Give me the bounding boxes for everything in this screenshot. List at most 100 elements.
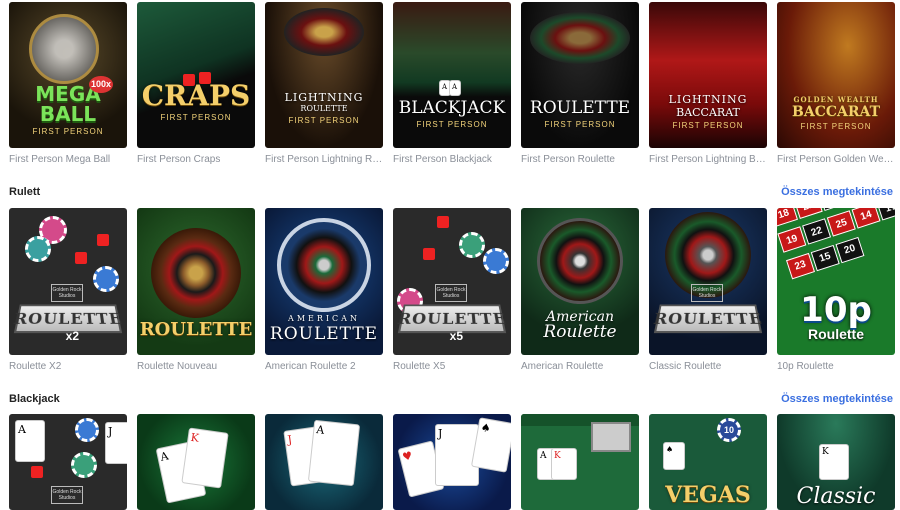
- game-logo: LIGHTNING: [284, 91, 364, 104]
- section-title: Blackjack: [9, 393, 60, 405]
- multiplier-label: x2: [65, 329, 79, 343]
- game-tile-10p-roulette[interactable]: 18212426161922251417231520 10p Roulette …: [777, 208, 895, 372]
- game-caption[interactable]: Roulette X2: [9, 361, 127, 372]
- playing-card-icon: A: [15, 420, 45, 462]
- roulette-number-grid: 18212426161922251417231520: [777, 208, 895, 284]
- first-person-label: FIRST PERSON: [32, 127, 104, 136]
- game-thumbnail[interactable]: AMERICAN ROULETTE: [265, 208, 383, 355]
- game-tile-roulette-nouveau[interactable]: ROULETTE Roulette Nouveau: [137, 208, 255, 372]
- game-caption[interactable]: First Person Roulette: [521, 154, 639, 165]
- game-thumbnail[interactable]: J A: [265, 414, 383, 510]
- game-thumbnail[interactable]: A K: [521, 414, 639, 510]
- game-tile-blackjack-2[interactable]: A K: [137, 414, 255, 510]
- game-logo: LIGHTNING: [668, 93, 748, 106]
- roulette-number-cell: 15: [810, 244, 840, 271]
- playing-card-icon: A: [449, 80, 461, 96]
- game-tile-blackjack-3[interactable]: J A: [265, 414, 383, 510]
- playing-card-icon: A: [307, 419, 361, 487]
- game-thumbnail[interactable]: A A BLACKJACK FIRST PERSON: [393, 2, 511, 148]
- playing-card-icon: ♠: [663, 442, 685, 470]
- game-logo: VEGAS: [665, 482, 751, 508]
- game-thumbnail[interactable]: 10 ♠ VEGAS: [649, 414, 767, 510]
- dice-icon: [437, 216, 449, 228]
- game-thumbnail[interactable]: Golden Rock Studios ROULETTE x2: [9, 208, 127, 355]
- game-thumbnail[interactable]: K Classic: [777, 414, 895, 510]
- game-logo-secondary: ROULETTE: [269, 324, 379, 344]
- roulette-number-cell: 22: [802, 218, 832, 245]
- game-caption[interactable]: 10p Roulette: [777, 361, 895, 372]
- game-tile-blackjack[interactable]: A A BLACKJACK FIRST PERSON First Person …: [393, 2, 511, 165]
- first-person-label: FIRST PERSON: [544, 120, 616, 129]
- blackjack-games-row: A J Golden Rock Studios A K J A ♥ J ♠ A …: [9, 414, 895, 510]
- game-thumbnail[interactable]: Golden Rock Studios ROULETTE x5: [393, 208, 511, 355]
- game-thumbnail[interactable]: GOLDEN WEALTH BACCARAT FIRST PERSON: [777, 2, 895, 148]
- first-person-games-row: MEGA BALL 100x FIRST PERSON First Person…: [9, 2, 895, 165]
- game-tile-blackjack-1[interactable]: A J Golden Rock Studios: [9, 414, 127, 510]
- game-caption[interactable]: First Person Mega Ball: [9, 154, 127, 165]
- first-person-label: FIRST PERSON: [160, 113, 232, 122]
- game-caption[interactable]: American Roulette: [521, 361, 639, 372]
- game-logo: ROULETTE: [652, 304, 764, 334]
- studio-logo: Golden Rock Studios: [691, 284, 723, 302]
- casino-chip-icon: [71, 452, 97, 478]
- dice-icon: [423, 248, 435, 260]
- game-caption[interactable]: First Person Blackjack: [393, 154, 511, 165]
- game-caption[interactable]: First Person Lightning Ba...: [649, 154, 767, 165]
- game-caption[interactable]: Roulette Nouveau: [137, 361, 255, 372]
- game-thumbnail[interactable]: ROULETTE: [137, 208, 255, 355]
- game-tile-craps[interactable]: CRAPS FIRST PERSON First Person Craps: [137, 2, 255, 165]
- game-logo: CRAPS: [141, 79, 251, 112]
- game-tile-american-roulette[interactable]: American Roulette American Roulette: [521, 208, 639, 372]
- game-thumbnail[interactable]: LIGHTNING BACCARAT FIRST PERSON: [649, 2, 767, 148]
- studio-logo: Golden Rock Studios: [51, 284, 83, 302]
- game-caption[interactable]: American Roulette 2: [265, 361, 383, 372]
- game-caption[interactable]: Roulette X5: [393, 361, 511, 372]
- game-thumbnail[interactable]: A J Golden Rock Studios: [9, 414, 127, 510]
- multiplier-badge: 100x: [88, 76, 113, 93]
- roulette-wheel-graphic: [284, 8, 364, 56]
- game-thumbnail[interactable]: American Roulette: [521, 208, 639, 355]
- roulette-wheel-graphic: [537, 218, 623, 304]
- playing-card-icon: K: [819, 444, 849, 480]
- casino-chip-icon: [25, 236, 51, 262]
- game-thumbnail[interactable]: CRAPS FIRST PERSON: [137, 2, 255, 148]
- game-logo: AMERICAN: [288, 314, 360, 323]
- studio-logo: Golden Rock Studios: [435, 284, 467, 302]
- studio-logo: Golden Rock Studios: [51, 486, 83, 504]
- game-caption[interactable]: First Person Golden Weal...: [777, 154, 895, 165]
- section-header-roulette: Rulett Összes megtekintése: [9, 186, 893, 198]
- game-thumbnail[interactable]: LIGHTNING ROULETTE FIRST PERSON: [265, 2, 383, 148]
- game-thumbnail[interactable]: MEGA BALL 100x FIRST PERSON: [9, 2, 127, 148]
- game-logo: 10p: [800, 290, 872, 330]
- game-thumbnail[interactable]: Golden Rock Studios ROULETTE: [649, 208, 767, 355]
- game-thumbnail[interactable]: ♥ J ♠: [393, 414, 511, 510]
- game-caption[interactable]: First Person Craps: [137, 154, 255, 165]
- game-tile-mega-ball[interactable]: MEGA BALL 100x FIRST PERSON First Person…: [9, 2, 127, 165]
- roulette-wheel-graphic: [151, 228, 241, 318]
- game-caption[interactable]: First Person Lightning Ro...: [265, 154, 383, 165]
- game-tile-lightning-roulette[interactable]: LIGHTNING ROULETTE FIRST PERSON First Pe…: [265, 2, 383, 165]
- see-all-link[interactable]: Összes megtekintése: [781, 186, 893, 198]
- game-thumbnail[interactable]: A K: [137, 414, 255, 510]
- game-logo: BLACKJACK: [398, 98, 506, 118]
- game-thumbnail[interactable]: 18212426161922251417231520 10p Roulette: [777, 208, 895, 355]
- game-logo-secondary: Roulette: [808, 326, 864, 342]
- game-tile-vegas-blackjack[interactable]: 10 ♠ VEGAS: [649, 414, 767, 510]
- multiplier-label: x5: [449, 329, 463, 343]
- game-tile-roulette-x2[interactable]: Golden Rock Studios ROULETTE x2 Roulette…: [9, 208, 127, 372]
- game-caption[interactable]: Classic Roulette: [649, 361, 767, 372]
- game-tile-blackjack-4[interactable]: ♥ J ♠: [393, 414, 511, 510]
- game-logo: ROULETTE: [139, 319, 253, 340]
- game-tile-blackjack-5[interactable]: A K: [521, 414, 639, 510]
- game-tile-golden-wealth-baccarat[interactable]: GOLDEN WEALTH BACCARAT FIRST PERSON Firs…: [777, 2, 895, 165]
- game-tile-roulette[interactable]: ROULETTE FIRST PERSON First Person Roule…: [521, 2, 639, 165]
- game-tile-roulette-x5[interactable]: Golden Rock Studios ROULETTE x5 Roulette…: [393, 208, 511, 372]
- game-tile-classic-blackjack[interactable]: K Classic: [777, 414, 895, 510]
- game-tile-american-roulette-2[interactable]: AMERICAN ROULETTE American Roulette 2: [265, 208, 383, 372]
- see-all-link[interactable]: Összes megtekintése: [781, 393, 893, 405]
- game-thumbnail[interactable]: ROULETTE FIRST PERSON: [521, 2, 639, 148]
- game-tile-lightning-baccarat[interactable]: LIGHTNING BACCARAT FIRST PERSON First Pe…: [649, 2, 767, 165]
- game-tile-classic-roulette[interactable]: Golden Rock Studios ROULETTE Classic Rou…: [649, 208, 767, 372]
- roulette-number-cell: 18: [777, 208, 799, 228]
- first-person-label: FIRST PERSON: [672, 121, 744, 130]
